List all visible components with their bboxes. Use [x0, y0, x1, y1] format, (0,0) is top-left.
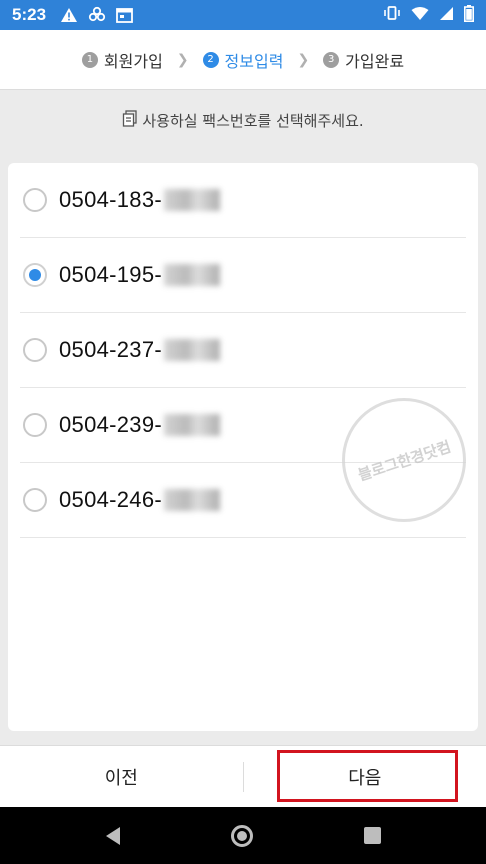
- step-number: 3: [323, 51, 340, 68]
- step-info: 2 정보입력: [202, 48, 284, 72]
- radio-button[interactable]: [23, 338, 47, 362]
- instruction-text: 사용하실 팩스번호를 선택해주세요.: [142, 112, 364, 130]
- recent-apps-icon[interactable]: [363, 827, 381, 844]
- step-signup: 1 회원가입: [81, 48, 163, 72]
- wifi-icon: [411, 6, 429, 25]
- next-button-highlight: [277, 750, 458, 802]
- fax-number: 0504-195-: [59, 262, 162, 287]
- fax-number: 0504-246-: [59, 487, 162, 512]
- fax-number: 0504-237-: [59, 337, 162, 362]
- vibrate-icon: [383, 5, 401, 25]
- signal-icon: [439, 6, 454, 25]
- radio-button[interactable]: [23, 488, 47, 512]
- fax-option[interactable]: 0504-237-: [20, 313, 466, 388]
- blurred-digits: [164, 189, 220, 211]
- prev-button[interactable]: 이전: [0, 746, 243, 807]
- signup-steps: 1 회원가입 ❯ 2 정보입력 ❯ 3 가입완료: [0, 30, 486, 90]
- fax-number: 0504-183-: [59, 187, 162, 212]
- chevron-right-icon: ❯: [176, 51, 189, 68]
- instruction: 사용하실 팩스번호를 선택해주세요.: [0, 110, 486, 131]
- calendar-icon: [116, 7, 133, 23]
- watermark-stamp: 블로그한경닷컴: [342, 398, 466, 522]
- warning-icon: [60, 7, 78, 23]
- status-time: 5:23: [12, 5, 47, 24]
- step-label: 가입완료: [345, 51, 405, 71]
- radio-button[interactable]: [23, 188, 47, 212]
- pinwheel-icon: [88, 6, 106, 24]
- blurred-digits: [164, 489, 220, 511]
- status-bar: 5:23: [0, 0, 486, 30]
- back-icon[interactable]: [105, 826, 120, 845]
- fax-option[interactable]: 0504-183-: [20, 163, 466, 238]
- blurred-digits: [164, 339, 220, 361]
- battery-icon: [464, 4, 474, 26]
- radio-button[interactable]: [23, 263, 47, 287]
- home-icon[interactable]: [230, 824, 253, 847]
- step-complete: 3 가입완료: [323, 48, 404, 72]
- blurred-digits: [164, 414, 220, 436]
- radio-button[interactable]: [23, 413, 47, 437]
- fax-number: 0504-239-: [59, 412, 162, 437]
- step-number: 2: [202, 51, 219, 68]
- step-label: 회원가입: [103, 51, 163, 71]
- document-icon: [122, 110, 138, 131]
- step-number: 1: [81, 51, 98, 68]
- chevron-right-icon: ❯: [297, 51, 310, 68]
- fax-option[interactable]: 0504-195-: [20, 238, 466, 313]
- blurred-digits: [164, 264, 220, 286]
- navigation-bar: [0, 807, 486, 864]
- watermark-text: 블로그한경닷컴: [355, 436, 453, 484]
- step-label: 정보입력: [224, 51, 284, 71]
